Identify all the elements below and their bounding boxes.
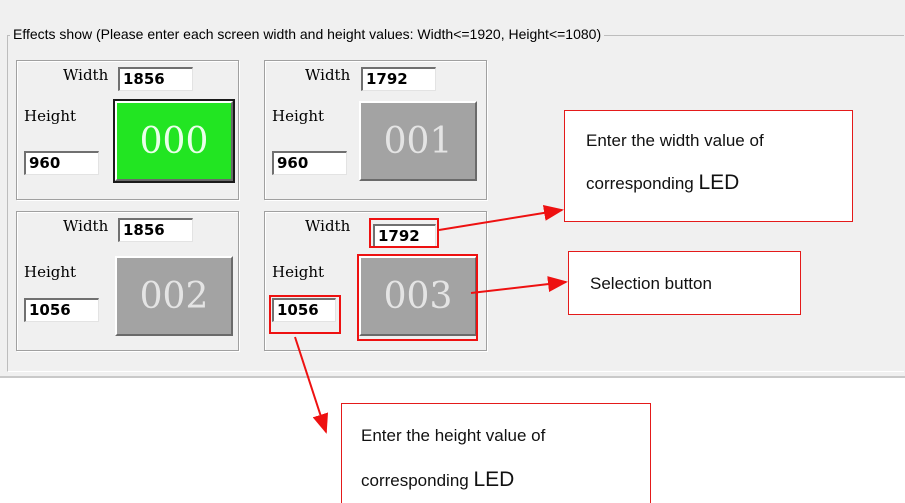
width-callout-line2: corresponding LED <box>586 171 739 195</box>
height-callout-word: corresponding <box>361 471 474 490</box>
height-callout-line1: Enter the height value of <box>361 426 546 445</box>
width-callout-arrow <box>438 204 564 231</box>
height-callout-line2: corresponding LED <box>361 468 514 492</box>
height-callout-led: LED <box>473 468 515 491</box>
selection-callout: Selection button <box>568 251 801 315</box>
width-callout: Enter the width value of corresponding L… <box>564 110 853 222</box>
width-callout-word: corresponding <box>586 174 699 193</box>
width-callout-led: LED <box>698 171 740 194</box>
selection-callout-arrow <box>470 276 568 294</box>
width-callout-line1: Enter the width value of <box>586 131 764 150</box>
height-callout: Enter the height value of corresponding … <box>341 403 651 503</box>
selection-callout-text: Selection button <box>590 274 712 293</box>
height-callout-arrow <box>294 336 329 434</box>
